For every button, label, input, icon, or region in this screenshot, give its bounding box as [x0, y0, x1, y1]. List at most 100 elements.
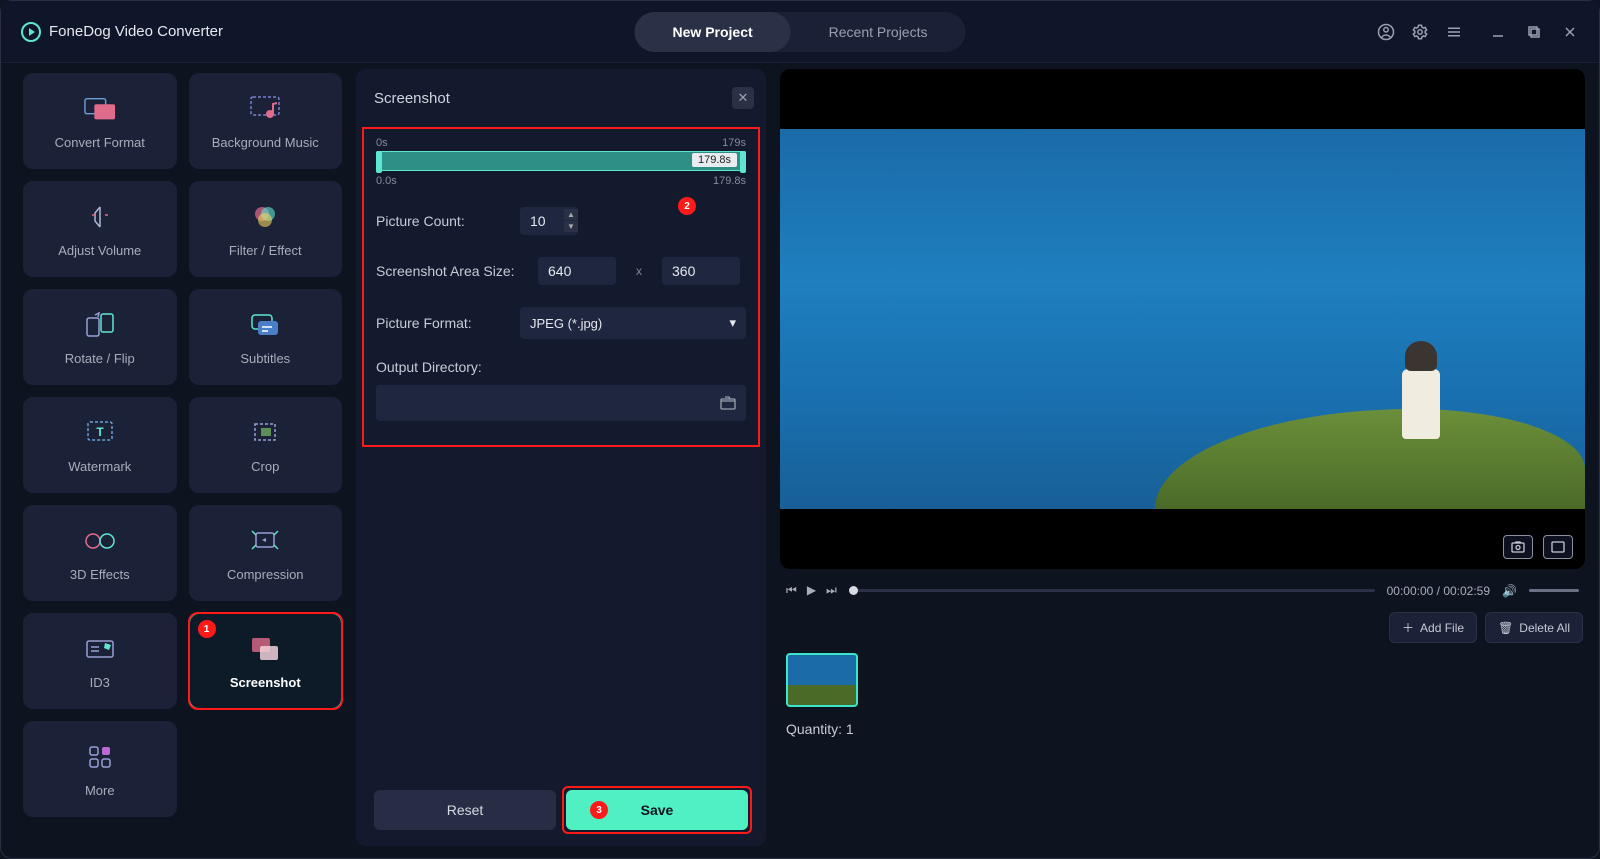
range-start-bottom: 0.0s: [376, 175, 397, 187]
add-file-button[interactable]: ＋Add File: [1389, 612, 1477, 643]
tool-watermark[interactable]: T Watermark: [23, 397, 177, 493]
tool-label: Watermark: [68, 459, 131, 474]
tool-label: 3D Effects: [70, 567, 130, 582]
tab-recent-projects[interactable]: Recent Projects: [791, 12, 966, 52]
tool-subtitles[interactable]: Subtitles: [189, 289, 343, 385]
filter-effect-icon: [249, 201, 281, 233]
tool-id3[interactable]: ID3: [23, 613, 177, 709]
subtitles-icon: [249, 309, 281, 341]
player-controls: ⏮ ▶ ⏭ 00:00:00 / 00:02:59 🔊: [780, 569, 1585, 608]
screenshot-icon: [249, 633, 281, 665]
area-width-input[interactable]: [538, 257, 616, 285]
more-icon: [84, 741, 116, 773]
range-handle-right[interactable]: [740, 151, 746, 173]
callout-badge-3: 3: [590, 801, 608, 819]
tool-convert-format[interactable]: Convert Format: [23, 73, 177, 169]
settings-group: 2 0s 179s 179.8s 0.0s 179.8s Picture Cou…: [362, 127, 760, 447]
volume-slider[interactable]: [1529, 589, 1579, 592]
maximize-icon[interactable]: [1525, 23, 1543, 41]
minimize-icon[interactable]: [1489, 23, 1507, 41]
panel-title: Screenshot: [374, 90, 450, 107]
save-button[interactable]: 3 Save: [566, 790, 748, 830]
tool-screenshot[interactable]: 1 Screenshot: [189, 613, 343, 709]
title-bar: FoneDog Video Converter New Project Rece…: [1, 1, 1599, 63]
range-value-tag: 179.8s: [692, 153, 737, 167]
project-tabs: New Project Recent Projects: [635, 12, 966, 52]
tab-new-project[interactable]: New Project: [635, 12, 791, 52]
logo-icon: [21, 22, 41, 42]
id3-icon: [84, 633, 116, 665]
volume-icon[interactable]: 🔊: [1502, 584, 1517, 598]
range-start-top: 0s: [376, 137, 388, 149]
gear-icon[interactable]: [1411, 23, 1429, 41]
compression-icon: [249, 525, 281, 557]
tool-label: Adjust Volume: [58, 243, 141, 258]
fullscreen-icon[interactable]: [1543, 535, 1573, 559]
tool-filter-effect[interactable]: Filter / Effect: [189, 181, 343, 277]
tool-label: ID3: [90, 675, 110, 690]
tool-sidebar: Convert Format Background Music Adjust V…: [1, 63, 356, 858]
tool-rotate-flip[interactable]: Rotate / Flip: [23, 289, 177, 385]
panel-close-button[interactable]: ✕: [732, 87, 754, 109]
tool-adjust-volume[interactable]: Adjust Volume: [23, 181, 177, 277]
app-logo: FoneDog Video Converter: [21, 22, 223, 42]
progress-track[interactable]: [849, 589, 1375, 592]
trash-icon: 🗑: [1498, 621, 1513, 635]
delete-all-button[interactable]: 🗑Delete All: [1485, 612, 1583, 643]
tool-background-music[interactable]: Background Music: [189, 73, 343, 169]
tool-more[interactable]: More: [23, 721, 177, 817]
picture-count-up[interactable]: ▲: [564, 209, 578, 220]
callout-badge-1: 1: [198, 620, 216, 638]
range-end-top: 179s: [722, 137, 746, 149]
account-icon[interactable]: [1377, 23, 1395, 41]
folder-icon[interactable]: [720, 396, 736, 410]
svg-text:T: T: [96, 425, 104, 439]
queue-quantity: Quantity: 1: [780, 707, 1585, 737]
convert-format-icon: [84, 93, 116, 125]
screenshot-settings-panel: Screenshot ✕ 2 0s 179s 179.8s 0.0s 179.8…: [356, 69, 766, 846]
picture-count-input[interactable]: [520, 207, 564, 235]
range-handle-left[interactable]: [376, 151, 382, 173]
dimension-separator: x: [630, 264, 648, 278]
chevron-down-icon: ▾: [729, 315, 736, 331]
tool-label: Rotate / Flip: [65, 351, 135, 366]
tool-compression[interactable]: Compression: [189, 505, 343, 601]
3d-effects-icon: [84, 525, 116, 557]
tool-label: Screenshot: [230, 675, 301, 690]
range-track[interactable]: 179.8s: [376, 151, 746, 171]
area-size-label: Screenshot Area Size:: [376, 263, 524, 279]
background-music-icon: [249, 93, 281, 125]
picture-format-value: JPEG (*.jpg): [530, 316, 602, 331]
picture-count-label: Picture Count:: [376, 213, 506, 229]
menu-icon[interactable]: [1445, 23, 1463, 41]
adjust-volume-icon: [84, 201, 116, 233]
capture-icon[interactable]: [1503, 535, 1533, 559]
queue-thumbnail[interactable]: [786, 653, 858, 707]
tool-label: Background Music: [212, 135, 319, 150]
close-icon[interactable]: [1561, 23, 1579, 41]
next-frame-icon[interactable]: ⏭: [826, 583, 837, 598]
progress-handle[interactable]: [849, 586, 858, 595]
picture-count-down[interactable]: ▼: [564, 221, 578, 232]
tool-3d-effects[interactable]: 3D Effects: [23, 505, 177, 601]
output-directory-label: Output Directory:: [376, 359, 506, 375]
tool-label: Crop: [251, 459, 279, 474]
reset-button[interactable]: Reset: [374, 790, 556, 830]
range-end-bottom: 179.8s: [713, 175, 746, 187]
app-title: FoneDog Video Converter: [49, 23, 223, 40]
play-icon[interactable]: ▶: [807, 583, 816, 598]
crop-icon: [249, 417, 281, 449]
tool-label: Convert Format: [55, 135, 145, 150]
picture-format-select[interactable]: JPEG (*.jpg) ▾: [520, 307, 746, 339]
video-preview[interactable]: [780, 69, 1585, 569]
output-directory-field[interactable]: [376, 385, 746, 421]
preview-scene: [1402, 369, 1440, 439]
time-range-selector[interactable]: 0s 179s 179.8s 0.0s 179.8s: [376, 137, 746, 185]
area-height-input[interactable]: [662, 257, 740, 285]
prev-frame-icon[interactable]: ⏮: [786, 583, 797, 598]
tool-crop[interactable]: Crop: [189, 397, 343, 493]
tool-label: More: [85, 783, 115, 798]
preview-column: ⏮ ▶ ⏭ 00:00:00 / 00:02:59 🔊 ＋Add File 🗑D…: [766, 63, 1599, 858]
queue-thumbnails: [780, 653, 1585, 707]
tool-label: Subtitles: [240, 351, 290, 366]
